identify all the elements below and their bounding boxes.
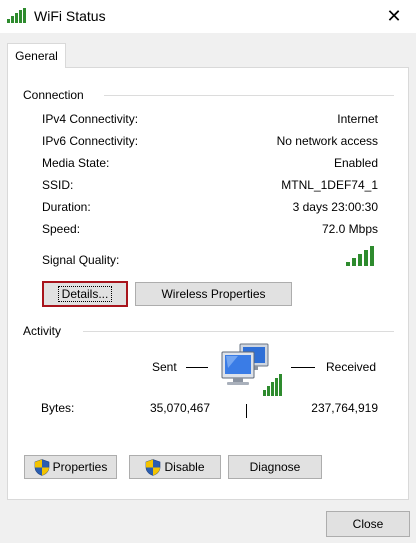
network-computers-icon (221, 343, 282, 396)
wireless-properties-button-label: Wireless Properties (161, 287, 266, 301)
activity-group-title: Activity (23, 324, 62, 338)
signal-bar (346, 262, 350, 266)
ipv6-value: No network access (276, 134, 378, 148)
wifi-signal-icon (7, 8, 26, 23)
ssid-label: SSID: (42, 178, 74, 192)
connection-group-title: Connection (23, 88, 84, 102)
bytes-received-value: 237,764,919 (311, 401, 378, 415)
signal-bar (364, 250, 368, 266)
close-window-button[interactable]: ✕ (372, 0, 416, 33)
disable-button-label: Disable (164, 460, 205, 474)
signal-bar (352, 258, 356, 266)
ssid-value: MTNL_1DEF74_1 (281, 178, 378, 192)
disable-button[interactable]: Disable (129, 455, 221, 479)
ipv4-value: Internet (337, 112, 378, 126)
received-line (291, 367, 315, 368)
general-panel: Connection IPv4 Connectivity: Internet I… (7, 67, 409, 500)
signal-bar (370, 246, 374, 266)
sent-label: Sent (152, 360, 177, 374)
sent-line (186, 367, 208, 368)
shield-icon (146, 458, 161, 476)
tab-general[interactable]: General (7, 43, 66, 68)
diagnose-button-label: Diagnose (249, 460, 301, 474)
media-state-label: Media State: (42, 156, 110, 170)
close-button[interactable]: Close (326, 511, 410, 537)
signal-quality-label: Signal Quality: (42, 253, 120, 267)
window-title: WiFi Status (34, 8, 106, 24)
diagnose-button[interactable]: Diagnose (228, 455, 322, 479)
speed-value: 72.0 Mbps (321, 222, 378, 236)
shield-icon (34, 458, 49, 476)
signal-bar (358, 254, 362, 266)
properties-button-label: Properties (52, 460, 108, 474)
bytes-separator (246, 404, 247, 418)
duration-label: Duration: (42, 200, 91, 214)
duration-value: 3 days 23:00:30 (292, 200, 378, 214)
wireless-properties-button[interactable]: Wireless Properties (135, 282, 292, 306)
speed-label: Speed: (42, 222, 81, 236)
received-label: Received (326, 360, 377, 374)
details-button[interactable]: Details... (42, 281, 128, 307)
connection-divider (104, 95, 394, 96)
bytes-label: Bytes: (41, 401, 75, 415)
ipv6-label: IPv6 Connectivity: (42, 134, 139, 148)
signal-quality-icon (346, 246, 374, 266)
close-button-label: Close (352, 517, 384, 531)
close-icon: ✕ (386, 6, 402, 26)
properties-button[interactable]: Properties (24, 455, 117, 479)
media-state-value: Enabled (333, 156, 378, 170)
details-button-label: Details... (57, 286, 113, 302)
activity-divider (83, 331, 394, 332)
bytes-sent-value: 35,070,467 (149, 401, 210, 415)
ipv4-label: IPv4 Connectivity: (42, 112, 139, 126)
title-bar: WiFi Status ✕ (0, 0, 416, 33)
